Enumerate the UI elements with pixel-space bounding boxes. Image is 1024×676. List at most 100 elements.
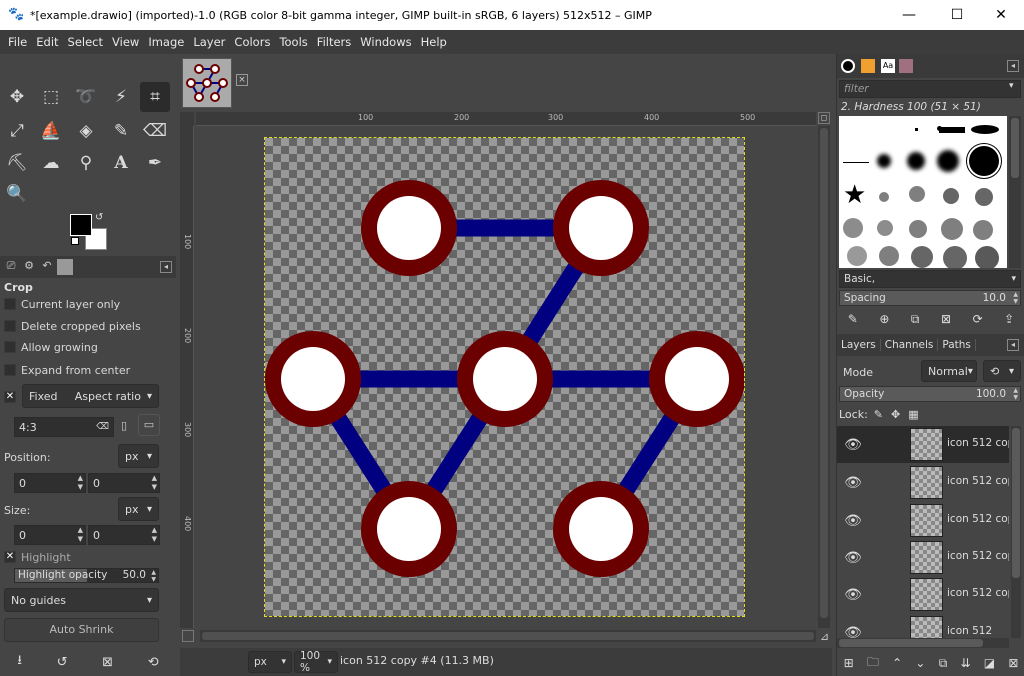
menu-windows[interactable]: Windows — [356, 35, 415, 49]
restore-options-icon[interactable]: ↺ — [57, 655, 68, 670]
brush-thumb[interactable] — [975, 188, 993, 206]
brush-thumb[interactable] — [975, 246, 999, 268]
size-height-field[interactable]: 0 ▲ ▼ — [88, 525, 160, 545]
swap-colors-icon[interactable]: ↺ — [95, 212, 103, 223]
highlight-check-icon[interactable]: ✕ — [4, 551, 16, 563]
dock-menu-icon[interactable]: ◂ — [1007, 60, 1019, 72]
brush-preset-select[interactable]: Basic, ▾ — [839, 270, 1021, 288]
visibility-eye-icon[interactable]: 👁 — [837, 625, 869, 639]
delete-options-icon[interactable]: ⊠ — [102, 655, 113, 670]
layer-row[interactable]: 👁 icon 512 copy #4 — [837, 426, 1009, 463]
menu-select[interactable]: Select — [64, 35, 107, 49]
highlight-checkbox[interactable]: ✕ Highlight — [4, 548, 71, 566]
dock-menu-icon[interactable]: ◂ — [160, 261, 172, 273]
menu-layer[interactable]: Layer — [189, 35, 229, 49]
brush-thumb-selected[interactable] — [966, 143, 1002, 179]
brush-thumb[interactable] — [879, 192, 889, 202]
duplicate-layer-icon[interactable]: ⧉ — [939, 656, 948, 671]
menu-edit[interactable]: Edit — [32, 35, 62, 49]
brush-thumb[interactable] — [909, 220, 927, 238]
navigate-icon[interactable]: ⊿ — [820, 630, 829, 643]
canvas-viewport[interactable] — [196, 126, 816, 630]
zoom-icon[interactable]: 🔍 — [2, 179, 32, 209]
menu-help[interactable]: Help — [417, 35, 451, 49]
horizontal-scrollbar[interactable] — [200, 630, 816, 642]
clear-field-icon[interactable]: ⌫ — [96, 422, 109, 432]
text-icon[interactable]: A — [106, 148, 136, 178]
image-tab-thumbnail[interactable] — [182, 58, 232, 108]
open-brush-icon[interactable]: ⇪ — [1004, 312, 1014, 326]
unit-select[interactable]: px ▾ — [248, 651, 292, 673]
layer-mask-icon[interactable]: ◪ — [984, 656, 995, 670]
zoom-select[interactable]: 100 % ▾ — [294, 650, 338, 674]
maximize-button[interactable]: ☐ — [934, 0, 980, 30]
warp-icon[interactable]: ⛵ — [36, 116, 66, 146]
raise-layer-icon[interactable]: ⌃ — [892, 656, 902, 670]
fixed-check-icon[interactable]: ✕ — [4, 391, 16, 403]
fixed-checkbox[interactable]: ✕ — [4, 388, 21, 406]
guides-select[interactable]: No guides ▾ — [4, 588, 159, 612]
refresh-brushes-icon[interactable]: ⟳ — [973, 312, 983, 326]
spin-arrows-icon[interactable]: ▲ ▼ — [78, 526, 83, 544]
spin-arrows-icon[interactable]: ▲ ▼ — [152, 526, 157, 544]
layers-list[interactable]: 👁 icon 512 copy #4 👁 icon 512 copy #3 👁 … — [837, 426, 1009, 638]
merge-layer-icon[interactable]: ⇊ — [960, 656, 970, 670]
vertical-scrollbar[interactable] — [818, 126, 830, 628]
edit-brush-icon[interactable]: ✎ — [848, 312, 858, 326]
lock-alpha-icon[interactable]: ▦ — [908, 408, 918, 421]
allow-growing-checkbox[interactable]: Allow growing — [4, 338, 98, 356]
lasso-icon[interactable]: ➰ — [71, 82, 101, 112]
dock-menu-icon[interactable]: ◂ — [1007, 339, 1019, 351]
device-status-tab-icon[interactable]: ⚙ — [21, 259, 37, 275]
brushes-tab-icon[interactable] — [841, 59, 855, 73]
close-button[interactable]: ✕ — [978, 0, 1024, 30]
color-picker-icon[interactable]: ✒ — [140, 148, 170, 178]
layer-row[interactable]: 👁 icon 512 copy — [837, 576, 1009, 613]
layer-mode-select[interactable]: Normal ▾ — [921, 360, 977, 382]
delete-brush-icon[interactable]: ⊠ — [941, 312, 951, 326]
save-options-icon[interactable]: ⭳ — [17, 651, 22, 673]
portrait-icon[interactable]: ▯ — [121, 419, 127, 432]
lower-layer-icon[interactable]: ⌄ — [915, 656, 925, 670]
brush-thumb[interactable] — [973, 220, 993, 240]
duplicate-brush-icon[interactable]: ⧉ — [911, 312, 920, 327]
highlight-opacity-slider[interactable]: Highlight opacity 50.0 ▲ ▼ — [14, 568, 159, 583]
paths-icon[interactable]: ⚲ — [71, 148, 101, 178]
brush-thumb[interactable] — [941, 218, 963, 240]
brush-thumb[interactable] — [943, 246, 967, 268]
crop-icon[interactable]: ⌗ — [140, 82, 170, 112]
chevron-down-icon[interactable]: ▾ — [1009, 81, 1014, 91]
tab-layers[interactable]: Layers — [837, 339, 881, 351]
spin-arrows-icon[interactable]: ▲ ▼ — [1013, 387, 1018, 401]
zoom-toggle-icon[interactable]: ◻ — [818, 112, 830, 124]
menu-view[interactable]: View — [108, 35, 143, 49]
menu-file[interactable]: File — [4, 35, 31, 49]
spacing-slider[interactable]: Spacing 10.0 ▲ ▼ — [839, 290, 1021, 306]
images-tab-icon[interactable] — [57, 259, 73, 275]
brush-thumb[interactable] — [943, 188, 959, 204]
brush-thumb[interactable] — [915, 128, 918, 131]
layers-scrollbar[interactable] — [1011, 426, 1021, 638]
image-canvas[interactable] — [264, 137, 745, 617]
star-brush-icon[interactable]: ★ — [843, 182, 866, 208]
brush-thumb[interactable] — [939, 127, 965, 133]
size-width-field[interactable]: 0 ▲ ▼ — [14, 525, 86, 545]
visibility-eye-icon[interactable]: 👁 — [837, 587, 869, 603]
brush-scrollbar[interactable] — [1009, 116, 1021, 268]
spin-arrows-icon[interactable]: ▲ ▼ — [1013, 291, 1018, 305]
new-brush-icon[interactable]: ⊕ — [879, 312, 889, 326]
minimize-button[interactable]: — — [886, 0, 932, 30]
brush-grid[interactable]: ★ — [839, 116, 1007, 268]
layer-row[interactable]: 👁 icon 512 copy #1 — [837, 539, 1009, 576]
landscape-icon[interactable]: ▭ — [138, 414, 160, 436]
close-image-tab-icon[interactable]: × — [236, 74, 248, 86]
aspect-ratio-field[interactable]: 4:3 ⌫ — [14, 417, 114, 437]
spin-arrows-icon[interactable]: ▲ ▼ — [78, 474, 83, 492]
layer-row[interactable]: 👁 icon 512 copy #2 — [837, 502, 1009, 539]
move-icon[interactable]: ✥ — [2, 82, 32, 112]
transform-icon[interactable]: ⤢ — [2, 116, 32, 146]
brush-thumb[interactable] — [937, 150, 959, 172]
fuzzy-select-icon[interactable]: ⚡ — [106, 82, 136, 112]
position-unit-select[interactable]: px ▾ — [118, 444, 159, 468]
clone-icon[interactable]: ⛏ — [2, 148, 32, 178]
